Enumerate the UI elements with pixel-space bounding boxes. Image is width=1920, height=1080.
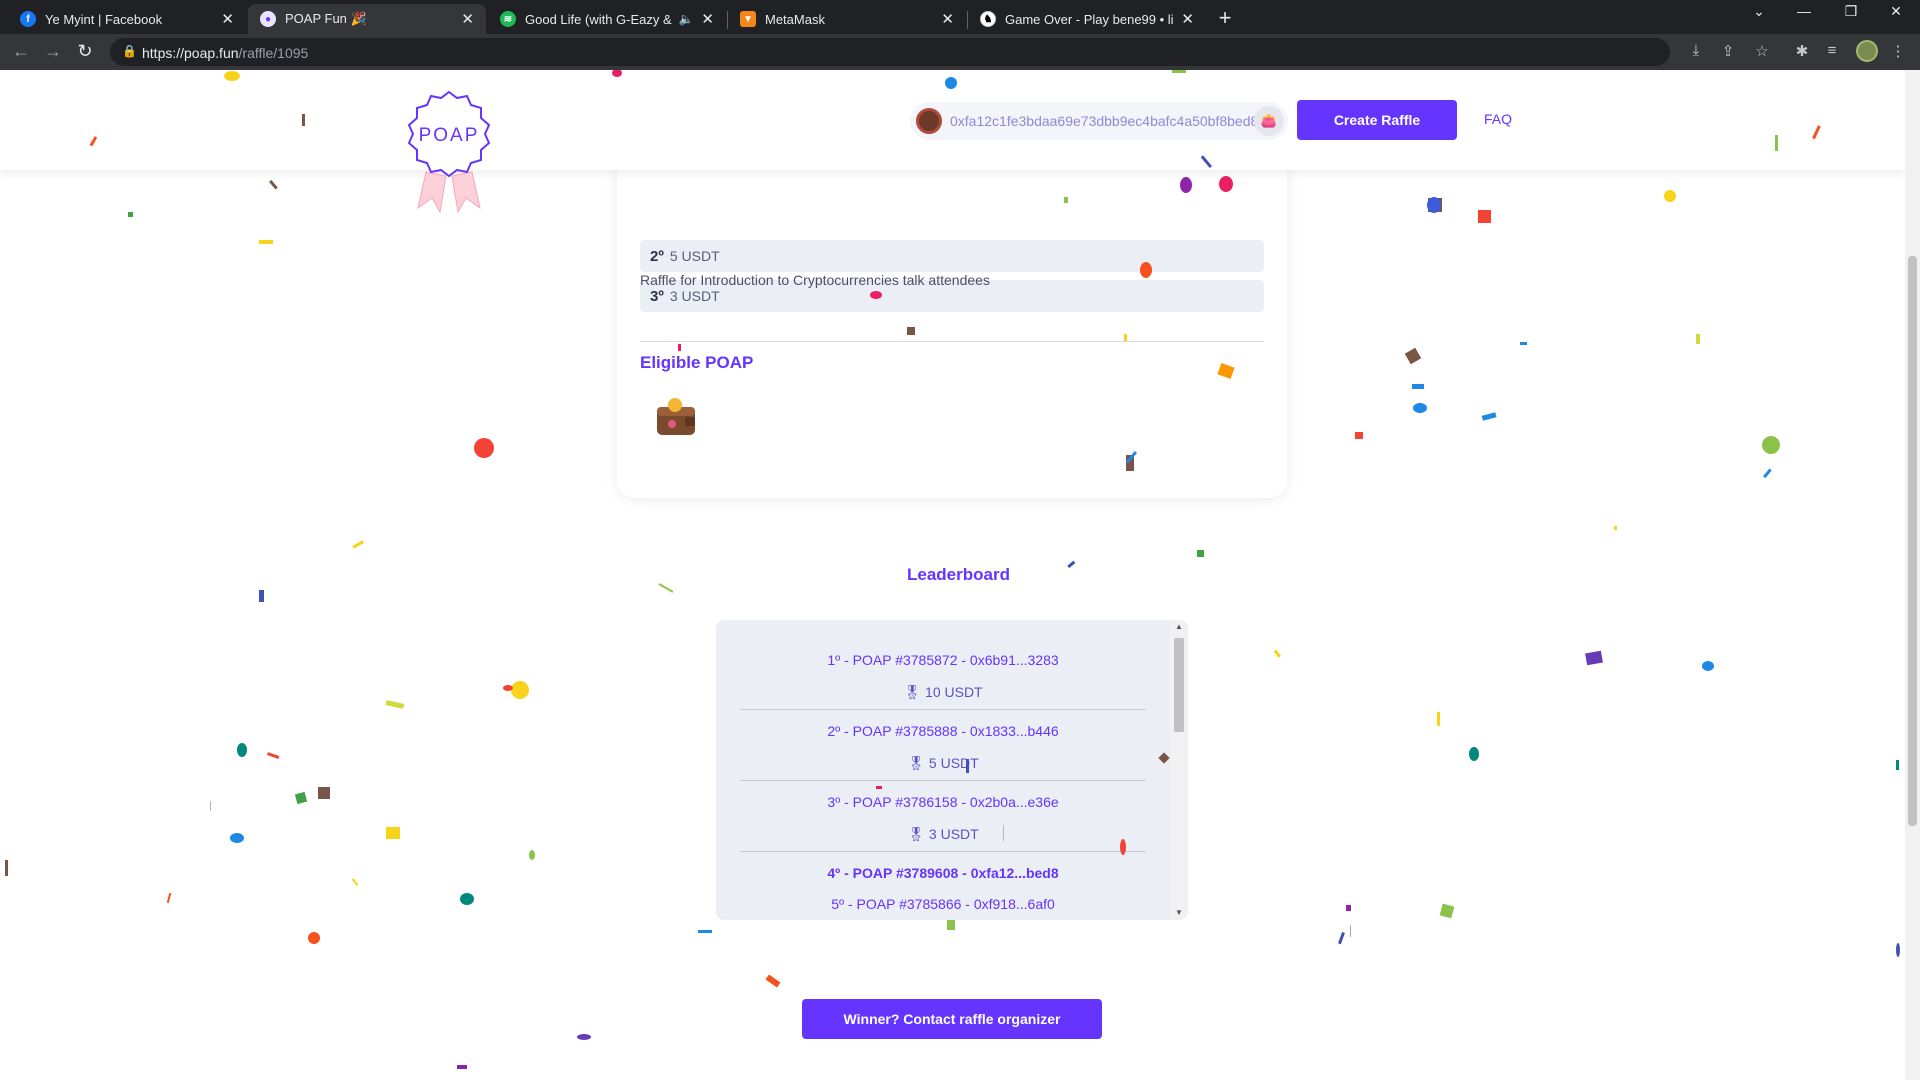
wallet-avatar	[916, 108, 942, 134]
url-text: https://poap.fun/raffle/1095	[142, 45, 308, 61]
leaderboard-entry[interactable]: 3º - POAP #3786158 - 0x2b0a...e36e	[740, 794, 1146, 810]
forward-icon[interactable]: →	[42, 41, 64, 62]
media-controls-icon[interactable]: ≡	[1822, 42, 1842, 59]
spotify-icon: ≋	[500, 11, 516, 27]
tab-title: POAP Fun 🎉	[285, 11, 367, 26]
tab-facebook[interactable]: f Ye Myint | Facebook ✕	[8, 4, 246, 34]
leaderboard-entry[interactable]: 5º - POAP #3785866 - 0xf918...6af0	[740, 896, 1146, 912]
tab-title: MetaMask	[765, 11, 825, 27]
url-path: /raffle/1095	[238, 45, 309, 61]
browser-toolbar: ← → ↻ 🔒 https://poap.fun/raffle/1095 ⤓ ⇪…	[0, 34, 1920, 70]
scroll-down-icon[interactable]: ▼	[1175, 908, 1183, 917]
leaderboard-title: Leaderboard	[907, 565, 1010, 584]
page-scrollbar[interactable]	[1905, 70, 1920, 1080]
back-icon[interactable]: ←	[10, 41, 32, 62]
faq-link[interactable]: FAQ	[1484, 111, 1512, 127]
close-window-button[interactable]: ✕	[1881, 3, 1911, 20]
close-icon[interactable]: ✕	[461, 10, 474, 28]
minimize-button[interactable]: —	[1789, 3, 1819, 19]
leaderboard-divider	[740, 709, 1146, 710]
tab-metamask[interactable]: ▼ MetaMask ✕	[728, 4, 966, 34]
speaker-icon[interactable]: 🔈	[678, 12, 693, 26]
lock-icon: 🔒	[122, 44, 137, 58]
page-content: 2º 5 USDT 3º 3 USDT POAP 0xfa12c1fe3bdaa…	[0, 70, 1905, 1080]
leaderboard-prize: 🎖 3 USDT	[907, 826, 979, 842]
reload-icon[interactable]: ↻	[74, 41, 96, 62]
tab-lichess[interactable]: ♞ Game Over - Play bene99 • liche ✕	[968, 4, 1206, 34]
wallet-address: 0xfa12c1fe3bdaa69e73dbb9ec4bafc4a50bf8be…	[950, 113, 1259, 129]
poap-icon: ●	[260, 11, 276, 27]
tab-search-icon[interactable]: ⌄	[1744, 3, 1774, 20]
metamask-icon: ▼	[740, 11, 756, 27]
tab-title: Good Life (with G-Eazy & Kel	[525, 11, 672, 27]
leaderboard-divider	[740, 851, 1146, 852]
facebook-icon: f	[20, 11, 36, 27]
tab-spotify[interactable]: ≋ Good Life (with G-Eazy & Kel 🔈 ✕	[488, 4, 726, 34]
url-host: https://poap.fun	[142, 45, 239, 61]
scroll-up-icon[interactable]: ▲	[1175, 622, 1183, 631]
poap-logo[interactable]: POAP	[404, 90, 494, 220]
leaderboard-prize: 🎖 5 USDT	[907, 755, 979, 771]
close-icon[interactable]: ✕	[701, 10, 714, 28]
leaderboard-entry[interactable]: 1º - POAP #3785872 - 0x6b91...3283	[740, 652, 1146, 668]
logo-text: POAP	[419, 125, 480, 146]
tab-poap-fun[interactable]: ● POAP Fun 🎉 ✕	[248, 4, 486, 34]
install-icon[interactable]: ⤓	[1686, 42, 1706, 59]
close-icon[interactable]: ✕	[1181, 10, 1194, 28]
eligible-poap-badge[interactable]	[655, 397, 697, 437]
tab-title: Ye Myint | Facebook	[45, 11, 163, 27]
share-icon[interactable]: ⇪	[1718, 42, 1738, 60]
browser-menu-icon[interactable]: ⋮	[1888, 42, 1908, 60]
contact-organizer-button[interactable]: Winner? Contact raffle organizer	[802, 999, 1102, 1039]
tab-title: Game Over - Play bene99 • liche	[1005, 11, 1174, 27]
divider	[640, 341, 1264, 342]
raffle-card-body: Raffle for Introduction to Cryptocurrenc…	[617, 170, 1287, 498]
leaderboard-divider	[740, 780, 1146, 781]
leaderboard-entry[interactable]: 2º - POAP #3785888 - 0x1833...b446	[740, 723, 1146, 739]
leaderboard-entry-current-user[interactable]: 4º - POAP #3789608 - 0xfa12...bed8	[740, 865, 1146, 881]
create-raffle-button[interactable]: Create Raffle	[1297, 100, 1457, 140]
extensions-icon[interactable]: ✱	[1792, 42, 1812, 60]
page-scroll-thumb[interactable]	[1908, 256, 1917, 826]
address-bar[interactable]: 🔒 https://poap.fun/raffle/1095	[110, 38, 1670, 66]
site-header: POAP 0xfa12c1fe3bdaa69e73dbb9ec4bafc4a50…	[0, 70, 1905, 214]
leaderboard-prize: 🎖 10 USDT	[903, 684, 983, 700]
leaderboard-list[interactable]: 1º - POAP #3785872 - 0x6b91...3283 🎖 10 …	[716, 620, 1188, 920]
leaderboard-scroll-thumb[interactable]	[1174, 638, 1184, 732]
close-icon[interactable]: ✕	[941, 10, 954, 28]
wallet-icon[interactable]: 👛	[1254, 106, 1284, 136]
browser-tab-bar: f Ye Myint | Facebook ✕ ● POAP Fun 🎉 ✕ ≋…	[0, 0, 1920, 34]
wallet-address-pill[interactable]: 0xfa12c1fe3bdaa69e73dbb9ec4bafc4a50bf8be…	[910, 102, 1288, 140]
new-tab-button[interactable]: +	[1214, 5, 1236, 31]
close-icon[interactable]: ✕	[221, 10, 234, 28]
lichess-icon: ♞	[980, 11, 996, 27]
bookmark-star-icon[interactable]: ☆	[1752, 42, 1772, 60]
eligible-poap-title: Eligible POAP	[640, 353, 754, 372]
restore-button[interactable]: ❐	[1836, 3, 1866, 20]
leaderboard-scrollbar[interactable]: ▲ ▼	[1170, 620, 1188, 920]
profile-avatar[interactable]	[1856, 40, 1878, 62]
raffle-description: Raffle for Introduction to Cryptocurrenc…	[640, 272, 990, 288]
